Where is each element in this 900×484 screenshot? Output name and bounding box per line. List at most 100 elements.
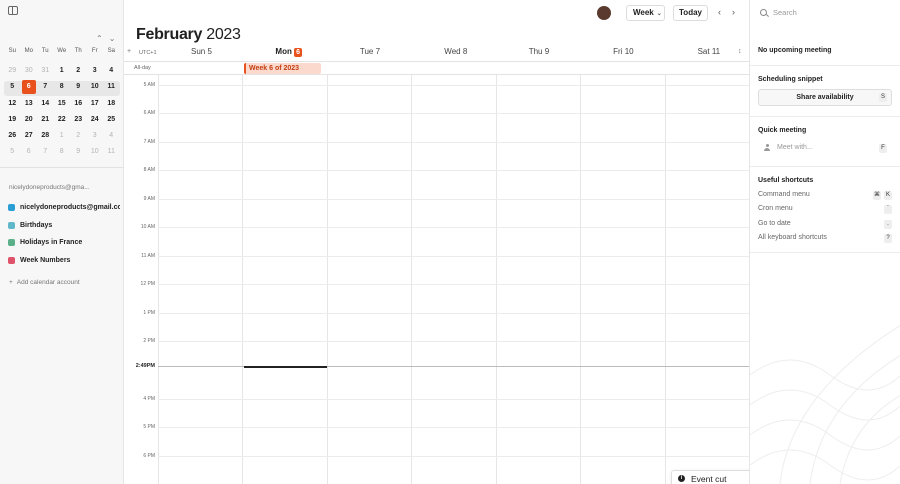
mini-day[interactable]: 24	[88, 113, 103, 127]
expand-icon[interactable]: ↕	[738, 48, 742, 55]
time-grid[interactable]: 5 AM 6 AM 7 AM 8 AM 9 AM 10 AM 11 AM 12 PM 1 PM 2…	[124, 75, 749, 484]
mini-day[interactable]: 10	[88, 80, 103, 94]
calendar-item[interactable]: nicelydoneproducts@gmail.com	[8, 199, 120, 217]
mini-day[interactable]: 2	[71, 64, 86, 78]
add-calendar-account-button[interactable]: + Add calendar account	[9, 279, 80, 286]
view-select[interactable]: Week ⌄	[626, 5, 665, 21]
hour-label: 7 AM	[143, 139, 155, 145]
mini-day[interactable]: 19	[5, 113, 20, 127]
mini-day[interactable]: 9	[71, 80, 86, 94]
mini-day-today[interactable]: 6	[21, 80, 36, 95]
mini-day[interactable]: 9	[71, 145, 86, 159]
shortcut-label: All keyboard shortcuts	[758, 234, 827, 241]
shortcut-item[interactable]: Go to date.	[758, 220, 892, 230]
calendar-checkbox[interactable]	[8, 239, 15, 247]
mini-day[interactable]: 21	[38, 113, 53, 127]
hour-gridline	[158, 256, 749, 257]
day-name: Mon	[275, 47, 292, 56]
shortcut-label: Cron menu	[758, 205, 793, 212]
mini-day[interactable]: 20	[22, 113, 37, 127]
mini-day[interactable]: 22	[55, 113, 70, 127]
calendar-list: nicelydoneproducts@gmail.com Birthdays Hol…	[8, 199, 120, 269]
quick-meeting-input[interactable]: Meet with... F	[758, 143, 892, 155]
day-header[interactable]: Tue 7	[360, 47, 380, 56]
day-header[interactable]: Fri 10	[613, 47, 633, 56]
mini-day[interactable]: 15	[55, 97, 70, 111]
day-header[interactable]: Mon 6	[275, 47, 302, 57]
mini-weekday: Fr	[91, 48, 98, 54]
add-calendar-account-label: Add calendar account	[16, 279, 80, 286]
mini-day[interactable]: 10	[88, 145, 103, 159]
day-number: 11	[711, 47, 721, 56]
calendar-item[interactable]: Birthdays	[8, 217, 120, 235]
day-number: 8	[462, 47, 468, 56]
mini-day[interactable]: 8	[55, 145, 70, 159]
mini-day[interactable]: 29	[5, 64, 20, 78]
day-header[interactable]: Sat 11	[698, 47, 721, 56]
calendar-checkbox[interactable]	[8, 204, 15, 212]
mini-day[interactable]: 14	[38, 97, 53, 111]
avatar[interactable]	[597, 6, 611, 20]
hour-gridline	[158, 313, 749, 314]
mini-day[interactable]: 25	[104, 113, 119, 127]
today-button[interactable]: Today	[673, 5, 708, 21]
mini-day[interactable]: 5	[5, 80, 20, 94]
share-availability-button[interactable]: Share availability	[758, 89, 892, 106]
hour-gridline	[158, 456, 749, 457]
mini-day[interactable]: 31	[38, 64, 53, 78]
mini-day[interactable]: 7	[38, 80, 53, 94]
search-icon	[760, 9, 767, 16]
calendar-checkbox[interactable]	[8, 221, 15, 229]
page-title: February 2023	[136, 26, 241, 44]
hour-gridline	[158, 85, 749, 86]
mini-day[interactable]: 4	[104, 129, 119, 143]
mini-day[interactable]: 7	[38, 145, 53, 159]
mini-day[interactable]: 27	[22, 129, 37, 143]
mini-day[interactable]: 1	[55, 129, 70, 143]
shortcut-item[interactable]: All keyboard shortcuts?	[758, 234, 892, 244]
calendar-item[interactable]: Holidays in France	[8, 234, 120, 252]
mini-day[interactable]: 6	[22, 145, 37, 159]
day-number: 7	[375, 47, 381, 56]
next-week-icon[interactable]: ›	[732, 7, 735, 17]
mini-weekday: Tu	[41, 48, 49, 54]
mini-day[interactable]: 1	[55, 64, 70, 78]
mini-day[interactable]: 8	[55, 80, 70, 94]
current-time-label: 2:49PM	[135, 363, 155, 369]
calendar-item[interactable]: Week Numbers	[8, 252, 120, 270]
chevron-down-icon[interactable]: ⌄	[109, 34, 116, 43]
mini-day[interactable]: 18	[104, 97, 119, 111]
day-header-row: + UTC+1 Sun 5 Mon 6 Tue 7 Wed 8 Thu 9 Fri 10 S…	[124, 46, 749, 60]
mini-day[interactable]: 11	[104, 145, 119, 159]
day-header[interactable]: Wed 8	[444, 47, 467, 56]
shortcut-item[interactable]: Command menu K ⌘	[758, 191, 892, 201]
add-timezone-icon[interactable]: +	[127, 48, 131, 55]
search-input[interactable]: Search	[760, 8, 797, 17]
shortcut-item[interactable]: Cron menu `	[758, 205, 892, 215]
mini-day[interactable]: 3	[88, 129, 103, 143]
sidebar-toggle-icon[interactable]	[8, 6, 18, 15]
mini-day[interactable]: 26	[5, 129, 20, 143]
shortcut-label: Command menu	[758, 191, 810, 198]
mini-day[interactable]: 11	[104, 80, 119, 94]
calendar-main: February 2023 Week ⌄ Today ‹ › + UTC+1 Su…	[124, 0, 863, 484]
prev-week-icon[interactable]: ‹	[718, 7, 721, 17]
mini-day[interactable]: 13	[22, 97, 37, 111]
mini-day[interactable]: 16	[71, 97, 86, 111]
calendar-name: nicelydoneproducts@gmail.com	[20, 204, 120, 212]
day-header[interactable]: Thu 9	[529, 47, 549, 56]
mini-day[interactable]: 4	[104, 64, 119, 78]
hour-gridline	[158, 341, 749, 342]
day-header[interactable]: Sun 5	[191, 47, 212, 56]
mini-day[interactable]: 2	[71, 129, 86, 143]
mini-day[interactable]: 12	[5, 97, 20, 111]
mini-day[interactable]: 23	[71, 113, 86, 127]
mini-day[interactable]: 30	[22, 64, 37, 78]
allday-event[interactable]: Week 6 of 2023	[244, 63, 321, 74]
calendar-checkbox[interactable]	[8, 256, 15, 264]
mini-day[interactable]: 17	[88, 97, 103, 111]
chevron-up-icon[interactable]: ⌃	[96, 34, 103, 43]
mini-day[interactable]: 3	[88, 64, 103, 78]
mini-day[interactable]: 28	[38, 129, 53, 143]
mini-day[interactable]: 5	[5, 145, 20, 159]
